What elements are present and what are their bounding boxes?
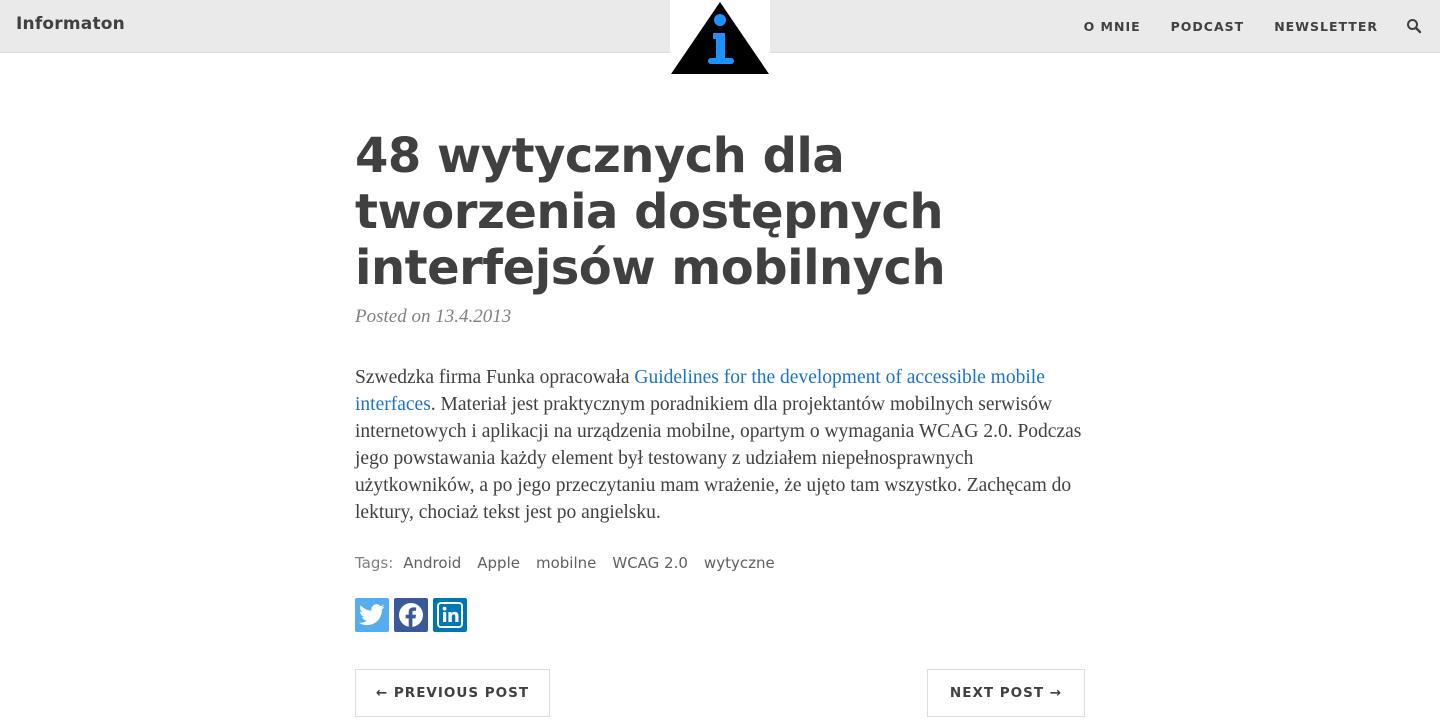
facebook-icon	[399, 603, 423, 628]
share-facebook-button[interactable]	[394, 598, 428, 632]
post-body-intro: Szwedzka firma Funka opracowała	[355, 367, 635, 388]
share-twitter-button[interactable]	[355, 598, 389, 632]
twitter-icon	[359, 604, 385, 626]
brand-link[interactable]: Informaton	[16, 14, 125, 34]
nav-link-o-mnie[interactable]: O MNIE	[1084, 19, 1141, 34]
info-triangle-logo-icon	[671, 2, 769, 74]
next-post-button[interactable]: NEXT POST →	[927, 669, 1085, 717]
nav-links: O MNIE PODCAST NEWSLETTER	[1054, 0, 1422, 52]
tag-android[interactable]: Android	[403, 554, 461, 572]
linkedin-icon	[437, 602, 463, 628]
post-body-rest: . Materiał jest praktycznym poradnikiem …	[355, 394, 1082, 523]
nav-link-podcast[interactable]: PODCAST	[1171, 19, 1245, 34]
tag-mobilne[interactable]: mobilne	[536, 554, 596, 572]
share-linkedin-button[interactable]	[433, 598, 467, 632]
post-meta: Posted on 13.4.2013	[355, 306, 512, 327]
tags-row: Tags: Android Apple mobilne WCAG 2.0 wyt…	[355, 554, 1085, 572]
search-icon[interactable]	[1406, 18, 1422, 34]
share-buttons	[355, 598, 1085, 632]
site-logo[interactable]	[670, 0, 770, 78]
tag-apple[interactable]: Apple	[477, 554, 520, 572]
post-article: 48 wytycznych dla tworzenia dostępnych i…	[355, 128, 1085, 632]
tag-wcag[interactable]: WCAG 2.0	[612, 554, 688, 572]
nav-link-newsletter[interactable]: NEWSLETTER	[1274, 19, 1378, 34]
post-title: 48 wytycznych dla tworzenia dostępnych i…	[355, 128, 946, 296]
post-body: Szwedzka firma Funka opracowała Guidelin…	[355, 364, 1085, 526]
tag-wytyczne[interactable]: wytyczne	[704, 554, 775, 572]
tags-label: Tags:	[355, 554, 394, 572]
previous-post-button[interactable]: ← PREVIOUS POST	[355, 669, 550, 717]
